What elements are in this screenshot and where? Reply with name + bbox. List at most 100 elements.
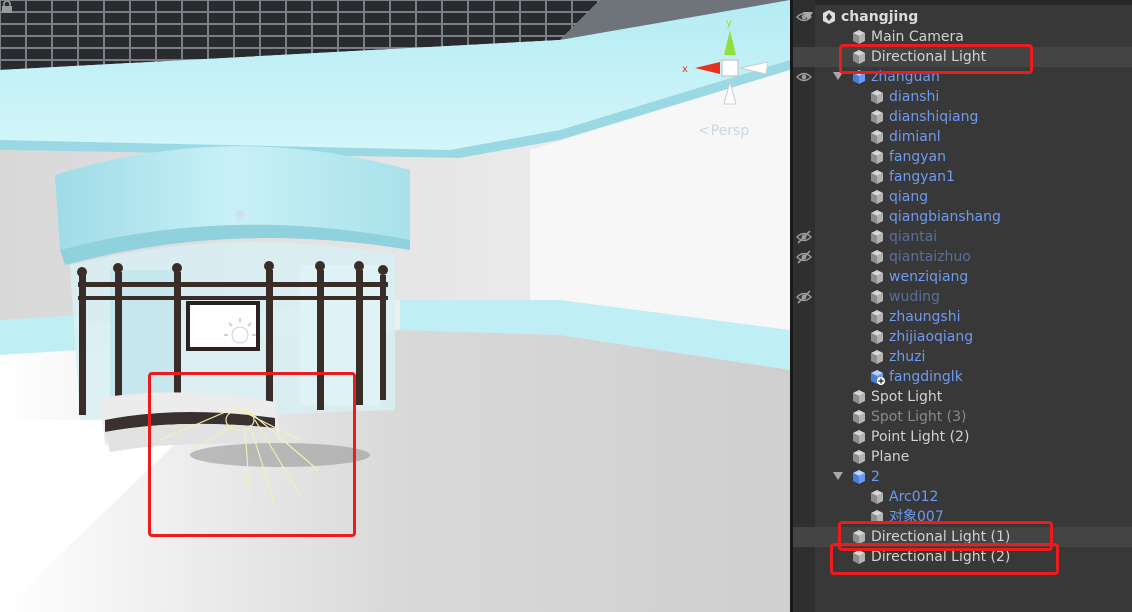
hierarchy-item-zhaungshi[interactable]: zhaungshi	[793, 307, 1132, 327]
expand-arrow-icon[interactable]	[833, 72, 843, 80]
hierarchy-item-label: wenziqiang	[889, 269, 969, 285]
hierarchy-item-label: qiang	[889, 189, 929, 205]
hierarchy-item-changjing[interactable]: changjing	[793, 7, 1132, 27]
svg-text:x: x	[682, 64, 688, 75]
hierarchy-item-label: zhaungshi	[889, 309, 961, 325]
hierarchy-item-label: fangyan	[889, 149, 947, 165]
hierarchy-item-label: Directional Light (2)	[871, 549, 1011, 565]
hierarchy-item-directional-light[interactable]: Directional Light	[793, 47, 1132, 67]
gameobject-cube-icon	[871, 270, 883, 284]
expand-arrow-icon[interactable]	[803, 12, 813, 20]
hierarchy-item-label: qiangbianshang	[889, 209, 1001, 225]
hierarchy-item-对象007[interactable]: 对象007	[793, 507, 1132, 527]
eye-hidden-icon[interactable]	[796, 290, 812, 304]
scene-view[interactable]: y x <Persp	[0, 0, 790, 612]
gameobject-cube-icon	[871, 190, 883, 204]
gameobject-cube-icon	[871, 490, 883, 504]
hierarchy-item-qiang[interactable]: qiang	[793, 187, 1132, 207]
prefab-added-icon	[871, 370, 885, 385]
prefab-cube-icon	[853, 470, 865, 484]
hierarchy-item-label: qiantaizhuo	[889, 249, 971, 265]
unity-scene-icon	[823, 10, 835, 24]
hierarchy-item-arc012[interactable]: Arc012	[793, 487, 1132, 507]
hierarchy-toolbar	[793, 0, 1132, 5]
hierarchy-item-zhanguan[interactable]: zhanguan	[793, 67, 1132, 87]
gameobject-cube-icon	[871, 290, 883, 304]
hierarchy-item-label: zhanguan	[871, 69, 940, 85]
hierarchy-item-label: Main Camera	[871, 29, 964, 45]
hierarchy-item-spot-light[interactable]: Spot Light	[793, 387, 1132, 407]
gameobject-cube-icon	[871, 210, 883, 224]
hierarchy-item-main-camera[interactable]: Main Camera	[793, 27, 1132, 47]
gameobject-cube-icon	[871, 170, 883, 184]
prefab-cube-icon	[853, 70, 865, 84]
eye-hidden-icon[interactable]	[796, 230, 812, 244]
eye-hidden-icon[interactable]	[796, 250, 812, 264]
gameobject-cube-icon	[853, 450, 865, 464]
hierarchy-item-label: fangyan1	[889, 169, 955, 185]
hierarchy-item-wuding[interactable]: wuding	[793, 287, 1132, 307]
hierarchy-item-label: Directional Light (1)	[871, 529, 1011, 545]
gameobject-cube-icon	[871, 130, 883, 144]
lock-icon[interactable]	[0, 0, 14, 14]
gameobject-cube-icon	[871, 330, 883, 344]
hierarchy-item-label: zhuzi	[889, 349, 926, 365]
hierarchy-item-2[interactable]: 2	[793, 467, 1132, 487]
hierarchy-item-label: dimianl	[889, 129, 941, 145]
hierarchy-item-zhuzi[interactable]: zhuzi	[793, 347, 1132, 367]
hierarchy-item-dianshiqiang[interactable]: dianshiqiang	[793, 107, 1132, 127]
gameobject-cube-icon	[853, 50, 865, 64]
hierarchy-item-plane[interactable]: Plane	[793, 447, 1132, 467]
hierarchy-item-directional-light-2[interactable]: Directional Light (2)	[793, 547, 1132, 567]
hierarchy-item-label: Directional Light	[871, 49, 987, 65]
gameobject-cube-icon	[853, 30, 865, 44]
gameobject-cube-icon	[853, 410, 865, 424]
gameobject-cube-icon	[871, 90, 883, 104]
gameobject-cube-icon	[871, 510, 883, 524]
hierarchy-item-label: Plane	[871, 449, 910, 465]
hierarchy-item-label: 2	[871, 469, 880, 485]
gameobject-cube-icon	[853, 430, 865, 444]
hierarchy-item-label: Point Light (2)	[871, 429, 970, 445]
gameobject-cube-icon	[871, 150, 883, 164]
gameobject-cube-icon	[871, 310, 883, 324]
gameobject-cube-icon	[871, 250, 883, 264]
hierarchy-item-label: zhijiaoqiang	[889, 329, 974, 345]
hierarchy-item-label: dianshiqiang	[889, 109, 979, 125]
hierarchy-item-point-light-2[interactable]: Point Light (2)	[793, 427, 1132, 447]
persp-arrow-icon: <	[698, 123, 710, 139]
hierarchy-item-fangyan1[interactable]: fangyan1	[793, 167, 1132, 187]
gameobject-cube-icon	[853, 530, 865, 544]
scene-render: y x	[0, 0, 790, 612]
gameobject-cube-icon	[871, 350, 883, 364]
expand-arrow-icon[interactable]	[833, 472, 843, 480]
svg-text:y: y	[726, 18, 732, 29]
hierarchy-item-fangyan[interactable]: fangyan	[793, 147, 1132, 167]
hierarchy-item-label: wuding	[889, 289, 940, 305]
hierarchy-item-zhijiaoqiang[interactable]: zhijiaoqiang	[793, 327, 1132, 347]
hierarchy-item-fangdinglk[interactable]: fangdinglk	[793, 367, 1132, 387]
hierarchy-item-qiangbianshang[interactable]: qiangbianshang	[793, 207, 1132, 227]
hierarchy-item-label: 对象007	[889, 509, 944, 525]
hierarchy-item-label: fangdinglk	[889, 369, 963, 385]
hierarchy-item-label: Arc012	[889, 489, 939, 505]
hierarchy-item-label: dianshi	[889, 89, 940, 105]
eye-icon[interactable]	[796, 70, 812, 84]
hierarchy-item-label: Spot Light	[871, 389, 943, 405]
hierarchy-item-qiantai[interactable]: qiantai	[793, 227, 1132, 247]
hierarchy-item-dimianl[interactable]: dimianl	[793, 127, 1132, 147]
gameobject-cube-icon	[871, 110, 883, 124]
hierarchy-panel: changjing Main Camera Directional Light zha…	[793, 0, 1132, 612]
hierarchy-item-qiantaizhuo[interactable]: qiantaizhuo	[793, 247, 1132, 267]
hierarchy-item-spot-light-3[interactable]: Spot Light (3)	[793, 407, 1132, 427]
perspective-label[interactable]: <Persp	[698, 123, 749, 139]
hierarchy-item-label: qiantai	[889, 229, 938, 245]
gameobject-cube-icon	[853, 390, 865, 404]
hierarchy-item-dianshi[interactable]: dianshi	[793, 87, 1132, 107]
hierarchy-item-wenziqiang[interactable]: wenziqiang	[793, 267, 1132, 287]
hierarchy-item-label: changjing	[841, 9, 919, 25]
gameobject-cube-icon	[871, 230, 883, 244]
gameobject-cube-icon	[853, 550, 865, 564]
hierarchy-item-label: Spot Light (3)	[871, 409, 967, 425]
hierarchy-item-directional-light-1[interactable]: Directional Light (1)	[793, 527, 1132, 547]
